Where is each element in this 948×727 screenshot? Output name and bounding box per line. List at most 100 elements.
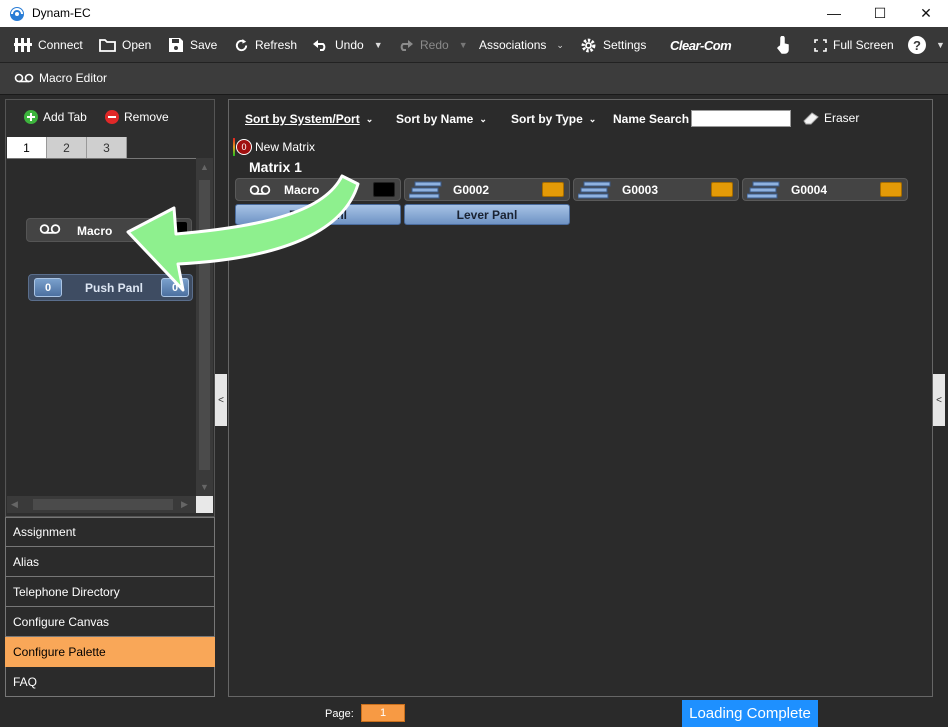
undo-label: Undo xyxy=(335,38,364,52)
sort-by-name[interactable]: Sort by Name ⌄ xyxy=(396,112,487,126)
page-number-input[interactable]: 1 xyxy=(361,704,405,722)
save-button[interactable]: Save xyxy=(168,27,217,63)
chevron-down-icon: ⌄ xyxy=(588,113,597,124)
tile-color-swatch[interactable] xyxy=(542,182,564,197)
add-tab-button[interactable]: Add Tab xyxy=(24,110,87,124)
menu-item-alias[interactable]: Alias xyxy=(5,547,215,577)
push-left-counter[interactable]: 0 xyxy=(34,278,62,297)
palette-tabs: 1 2 3 xyxy=(7,137,127,158)
clearcom-logo-text: Clear-Com xyxy=(670,37,732,53)
macro-icon xyxy=(14,73,34,83)
folder-icon xyxy=(99,39,116,52)
tab-2[interactable]: 2 xyxy=(47,137,87,158)
tab-3[interactable]: 3 xyxy=(87,137,127,158)
matrix-tile-g0004[interactable]: G0004 xyxy=(742,178,908,201)
menu-item-configure-canvas[interactable]: Configure Canvas xyxy=(5,607,215,637)
sort-by-system-port[interactable]: Sort by System/Port ⌄ xyxy=(245,112,373,126)
clearcom-logo: Clear-Com xyxy=(670,27,732,63)
associations-label: Associations xyxy=(479,38,547,52)
full-screen-button[interactable]: Full Screen xyxy=(814,27,894,63)
tile-label: Macro xyxy=(284,183,320,197)
close-button[interactable]: ✕ xyxy=(904,2,948,24)
panel-tile-push[interactable]: Push Panl xyxy=(235,204,401,225)
maximize-button[interactable]: ☐ xyxy=(858,2,902,24)
horizontal-scrollbar[interactable]: ◀ ▶ xyxy=(7,496,196,513)
tile-label: G0004 xyxy=(791,183,828,197)
refresh-label: Refresh xyxy=(255,38,298,52)
connect-button[interactable]: Connect xyxy=(14,27,83,63)
touch-mode-button[interactable] xyxy=(775,27,791,63)
scroll-up-icon[interactable]: ▲ xyxy=(200,162,209,172)
open-label: Open xyxy=(122,38,152,52)
remove-tab-button[interactable]: Remove xyxy=(105,110,169,124)
undo-dropdown-icon[interactable]: ▼ xyxy=(374,40,383,50)
vertical-scrollbar[interactable]: ▲ ▼ xyxy=(196,158,213,496)
matrix-tile-g0003[interactable]: G0003 xyxy=(573,178,739,201)
palette-push-panel-tile[interactable]: 0 Push Panl 0 xyxy=(28,274,193,301)
open-button[interactable]: Open xyxy=(99,27,151,63)
tile-color-swatch[interactable] xyxy=(373,182,395,197)
undo-button[interactable]: Undo ▼ xyxy=(312,27,383,63)
scroll-corner xyxy=(196,496,213,513)
palette-canvas[interactable] xyxy=(7,158,196,496)
tile-label: G0002 xyxy=(453,183,490,197)
editor-strip: Macro Editor xyxy=(0,63,948,95)
tile-color-swatch[interactable] xyxy=(711,182,733,197)
remove-circle-icon xyxy=(105,110,119,124)
menu-item-faq[interactable]: FAQ xyxy=(5,667,215,697)
macro-editor-tab[interactable]: Macro Editor xyxy=(14,71,107,85)
refresh-icon xyxy=(235,38,248,51)
palette-macro-label: Macro xyxy=(77,224,113,238)
status-bar-icon xyxy=(233,138,235,156)
tab-1[interactable]: 1 xyxy=(7,137,47,158)
menu-item-assignment[interactable]: Assignment xyxy=(5,517,215,547)
matrix-tile-macro[interactable]: Macro xyxy=(235,178,401,201)
refresh-button[interactable]: Refresh xyxy=(234,27,297,63)
help-dropdown-icon[interactable]: ▼ xyxy=(936,40,945,50)
title-bar: Dynam-EC — ☐ ✕ xyxy=(0,0,948,27)
scroll-down-icon[interactable]: ▼ xyxy=(200,482,209,492)
sort-by-type[interactable]: Sort by Type ⌄ xyxy=(511,112,596,126)
help-button[interactable]: ? ▼ xyxy=(908,27,945,63)
matrix-tile-g0002[interactable]: G0002 xyxy=(404,178,570,201)
redo-button[interactable]: Redo ▼ xyxy=(397,27,468,63)
save-icon xyxy=(169,38,183,52)
menu-item-configure-palette[interactable]: Configure Palette xyxy=(5,637,215,667)
macro-editor-label: Macro Editor xyxy=(39,71,108,85)
palette-macro-tile[interactable]: Macro xyxy=(26,218,192,242)
scroll-left-icon[interactable]: ◀ xyxy=(11,499,18,510)
chevron-down-icon: ⌄ xyxy=(365,113,374,124)
collapse-right-panel-handle[interactable]: < xyxy=(933,374,945,426)
new-matrix-badge: 0 xyxy=(233,138,252,156)
settings-button[interactable]: Settings xyxy=(580,27,646,63)
hscroll-thumb[interactable] xyxy=(33,499,173,510)
redo-dropdown-icon[interactable]: ▼ xyxy=(459,40,468,50)
eraser-button[interactable]: Eraser xyxy=(802,111,859,125)
panel-icon xyxy=(578,181,611,199)
help-icon: ? xyxy=(908,36,926,54)
sort-system-port-label: Sort by System/Port xyxy=(245,112,360,126)
associations-button[interactable]: Associations ⌄ xyxy=(479,27,564,63)
redo-icon xyxy=(400,40,413,51)
matrix-title: Matrix 1 xyxy=(249,159,302,175)
sort-type-label: Sort by Type xyxy=(511,112,583,126)
macro-color-swatch[interactable] xyxy=(167,222,187,238)
scroll-right-icon[interactable]: ▶ xyxy=(181,499,188,510)
new-matrix-button[interactable]: 0 New Matrix xyxy=(233,138,315,156)
collapse-left-panel-handle[interactable]: < xyxy=(215,374,227,426)
menu-item-telephone-directory[interactable]: Telephone Directory xyxy=(5,577,215,607)
add-tab-label: Add Tab xyxy=(43,110,87,124)
remove-label: Remove xyxy=(124,110,169,124)
name-search-input[interactable] xyxy=(691,110,791,127)
save-label: Save xyxy=(190,38,218,52)
push-right-counter[interactable]: 0 xyxy=(161,278,189,297)
minimize-button[interactable]: — xyxy=(812,2,856,24)
associations-chevron-icon: ⌄ xyxy=(556,39,564,50)
scroll-thumb[interactable] xyxy=(199,180,210,470)
tile-color-swatch[interactable] xyxy=(880,182,902,197)
panel-tile-lever[interactable]: Lever Panl xyxy=(404,204,570,225)
matrix-count-badge: 0 xyxy=(236,139,252,155)
new-matrix-label: New Matrix xyxy=(255,140,316,154)
main-toolbar: Connect Open Save Refresh Undo ▼ Redo ▼ … xyxy=(0,27,948,63)
macro-icon xyxy=(39,224,61,234)
